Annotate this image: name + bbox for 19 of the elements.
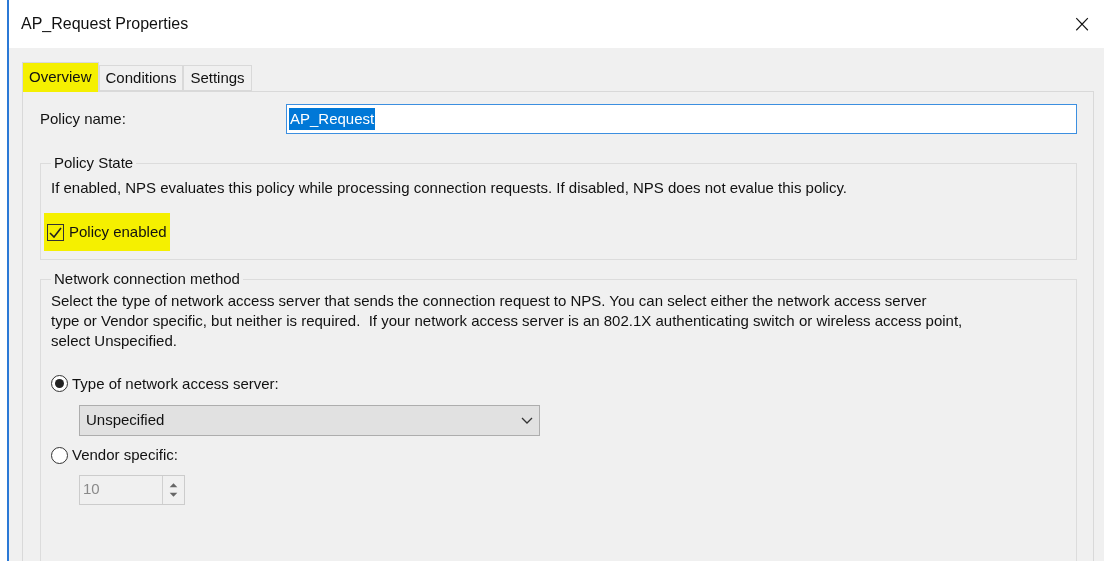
radio-label: Vendor specific: <box>72 445 178 465</box>
tab[interactable]: Conditions <box>98 65 184 91</box>
group-title: Network connection method <box>53 269 241 289</box>
tab[interactable]: Overview <box>22 62 99 92</box>
radio-button[interactable] <box>51 446 68 464</box>
policy-name-field[interactable]: AP_Request <box>286 104 1077 134</box>
server-type-dropdown[interactable]: Unspecified <box>79 405 540 436</box>
description-text: If enabled, NPS evaluates this policy while processing connection requests. If disabled, NPS does not evalue this policy. <box>51 177 848 198</box>
check-icon <box>49 226 62 238</box>
tab[interactable]: Settings <box>183 65 252 91</box>
close-button[interactable]: × <box>1067 12 1096 36</box>
policy-enabled-checkbox[interactable]: Policy enabled <box>44 213 170 251</box>
description-text: Select the type of network access server that sends the connection request to NPS. You can select either the network access server type or Vendor specific, but neither is required. If your network access server is an 802.1X authenticating switch or wireless access point, select Unspecified. <box>51 290 964 351</box>
group-title: Policy State <box>53 153 135 173</box>
radio-label: Type of network access server: <box>72 373 279 394</box>
window-title: AP_Request Properties <box>21 14 189 34</box>
field-label: Policy name: <box>40 108 127 129</box>
chevron-down-icon <box>521 417 533 424</box>
radio-button[interactable] <box>51 375 68 393</box>
